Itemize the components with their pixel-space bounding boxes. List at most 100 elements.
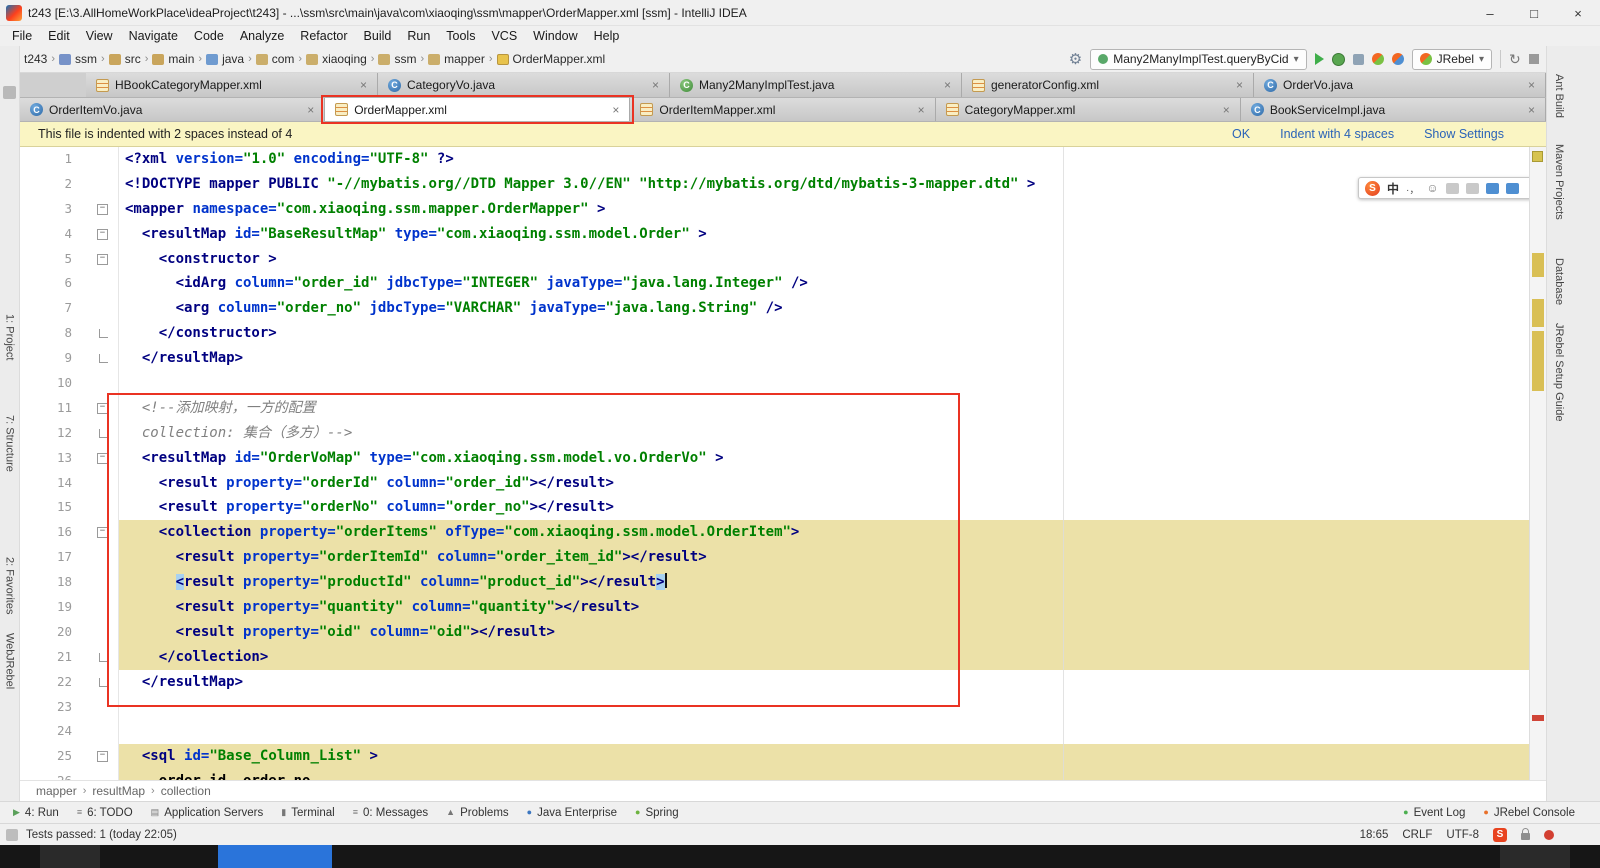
code-line-4[interactable]: 4 − <resultMap id="BaseResultMap" type="c… [20,221,1530,247]
line-endings[interactable]: CRLF [1402,829,1432,841]
code-line-25[interactable]: 25 − <sql id="Base_Column_List" > [20,744,1530,770]
close-icon[interactable]: × [652,78,659,92]
menu-code[interactable]: Code [186,29,232,43]
menu-refactor[interactable]: Refactor [292,29,355,43]
tool-stripe-jrebel-setup-guide[interactable]: JRebel Setup Guide [1553,323,1565,421]
code-line-8[interactable]: 8 </constructor> [20,321,1530,347]
coverage-button[interactable] [1352,53,1364,65]
close-icon[interactable]: × [944,78,951,92]
close-icon[interactable]: × [360,78,367,92]
code-line-17[interactable]: 17 <result property="orderItemId" column… [20,545,1530,571]
close-icon[interactable]: × [1223,103,1230,117]
editor-tab-CategoryMapper.xml[interactable]: CategoryMapper.xml × [935,98,1241,121]
tool-stripe-database[interactable]: Database [1553,258,1565,305]
tool-stripe-jrebel[interactable]: JRebel [4,655,16,689]
fold-collapse-icon[interactable]: − [97,402,108,414]
tool-stripe-icon[interactable] [3,86,16,99]
code-line-12[interactable]: 12 collection: 集合（多方）--> [20,420,1530,446]
tool-button-4-run[interactable]: ▶ 4: Run [4,807,68,819]
tool-button-6-todo[interactable]: ≡ 6: TODO [68,807,142,819]
code-line-16[interactable]: 16 − <collection property="orderItems" of… [20,520,1530,546]
settings-wrench-icon[interactable]: ⚙ [1069,50,1082,68]
code-line-11[interactable]: 11 − <!--添加映射，一方的配置 [20,395,1530,421]
maximize-button[interactable]: □ [1512,0,1556,26]
menu-analyze[interactable]: Analyze [232,29,292,43]
debug-button[interactable] [1331,52,1345,66]
fold-collapse-icon[interactable]: − [97,228,108,240]
editor-tab-CategoryVo.java[interactable]: C CategoryVo.java × [378,73,670,97]
inspection-indicator[interactable] [1532,151,1543,162]
fold-end-icon[interactable] [99,354,108,364]
fold-end-icon[interactable] [99,329,108,339]
breadcrumb-item[interactable]: ssm [378,52,416,66]
menu-edit[interactable]: Edit [40,29,78,43]
tool-button-application-servers[interactable]: ▤ Application Servers [142,807,273,819]
xml-breadcrumb-item[interactable]: mapper [36,784,77,798]
code-line-20[interactable]: 20 <result property="oid" column="oid"><… [20,619,1530,645]
ime-skin-icon[interactable] [1485,182,1499,194]
fold-end-icon[interactable] [99,652,108,662]
code-line-26[interactable]: 26 order_id, order_no [20,769,1530,780]
code-line-2[interactable]: 2 <!DOCTYPE mapper PUBLIC "-//mybatis.org… [20,171,1530,197]
run-button[interactable] [1314,53,1324,65]
error-stripe[interactable] [1529,147,1546,780]
jrebel-run-icon[interactable] [1371,53,1384,65]
tool-button-event-log[interactable]: ● Event Log [1394,807,1474,819]
caret-position[interactable]: 18:65 [1360,829,1389,841]
emoji-icon[interactable]: ☺ [1426,181,1438,195]
code-line-7[interactable]: 7 <arg column="order_no" jdbcType="VARCH… [20,296,1530,322]
menu-help[interactable]: Help [586,29,628,43]
fold-collapse-icon[interactable]: − [97,452,108,464]
menu-view[interactable]: View [78,29,121,43]
minimize-button[interactable]: – [1468,0,1512,26]
fold-end-icon[interactable] [99,677,108,687]
code-line-5[interactable]: 5 − <constructor > [20,246,1530,272]
menu-window[interactable]: Window [525,29,585,43]
tool-button-0-messages[interactable]: ≡ 0: Messages [344,807,437,819]
ime-toolbox-icon[interactable] [1505,182,1519,194]
banner-action-indent-with-4-spaces[interactable]: Indent with 4 spaces [1280,127,1394,141]
code-line-18[interactable]: 18 <result property="productId" column="… [20,570,1530,596]
code-line-9[interactable]: 9 </resultMap> [20,346,1530,372]
code-line-10[interactable]: 10 [20,371,1530,396]
breadcrumb-item[interactable]: OrderMapper.xml [496,52,605,66]
close-icon[interactable]: × [612,103,619,117]
menu-navigate[interactable]: Navigate [121,29,186,43]
tool-stripe-web[interactable]: Web [4,633,16,655]
microphone-icon[interactable] [1445,182,1459,194]
close-button[interactable]: × [1556,0,1600,26]
fold-collapse-icon[interactable]: − [97,203,108,215]
close-icon[interactable]: × [1528,78,1535,92]
code-line-19[interactable]: 19 <result property="quantity" column="q… [20,595,1530,620]
fold-collapse-icon[interactable]: − [97,751,108,763]
close-icon[interactable]: × [918,103,925,117]
breadcrumb-item[interactable]: src [108,52,141,66]
taskbar-active-item[interactable] [218,845,332,868]
code-line-6[interactable]: 6 <idArg column="order_id" jdbcType="INT… [20,271,1530,297]
editor[interactable]: 1 <?xml version="1.0" encoding="UTF-8" ?>… [20,147,1546,780]
code-line-13[interactable]: 13 − <resultMap id="OrderVoMap" type="com… [20,445,1530,471]
tool-stripe-1-project[interactable]: 1: Project [4,314,16,360]
editor-tab-OrderItemMapper.xml[interactable]: OrderItemMapper.xml × [630,98,936,121]
editor-tab-generatorConfig.xml[interactable]: generatorConfig.xml × [962,73,1254,97]
lock-icon[interactable] [1521,827,1530,840]
editor-tab-HBookCategoryMapper.xml[interactable]: HBookCategoryMapper.xml × [86,73,378,97]
editor-tab-OrderVo.java[interactable]: C OrderVo.java × [1254,73,1546,97]
code-line-22[interactable]: 22 </resultMap> [20,669,1530,695]
tool-stripe-7-structure[interactable]: 7: Structure [4,415,16,472]
run-config-combo[interactable]: Many2ManyImplTest.queryByCid ▾ [1090,48,1307,70]
menu-build[interactable]: Build [356,29,400,43]
rerun-icon[interactable]: ↻ [1509,51,1521,68]
editor-tab-BookServiceImpl.java[interactable]: C BookServiceImpl.java × [1240,98,1547,121]
tool-button-jrebel-console[interactable]: ● JRebel Console [1474,807,1584,819]
close-icon[interactable]: × [1236,78,1243,92]
keyboard-icon[interactable] [1465,182,1479,194]
menu-run[interactable]: Run [399,29,438,43]
ime-language-toggle[interactable]: 中 [1387,180,1399,197]
code-line-1[interactable]: 1 <?xml version="1.0" encoding="UTF-8" ?> [20,147,1530,172]
ime-punctuation-icon[interactable]: ·， [1406,181,1419,196]
menu-tools[interactable]: Tools [438,29,483,43]
code-line-3[interactable]: 3− <mapper namespace="com.xiaoqing.ssm.ma… [20,196,1530,222]
editor-tab-OrderMapper.xml[interactable]: OrderMapper.xml × [325,98,631,121]
breadcrumb-item[interactable]: ssm [59,52,97,66]
